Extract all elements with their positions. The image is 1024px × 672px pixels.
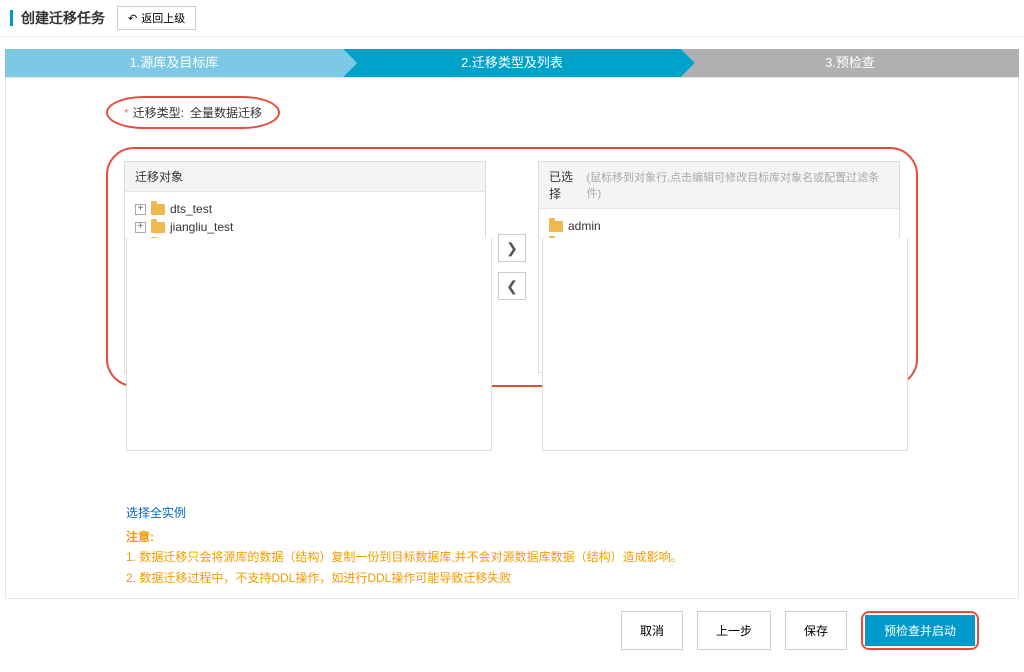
target-item-label: admin <box>568 219 601 233</box>
source-panel-header: 迁移对象 <box>125 162 485 192</box>
note-line-1: 1. 数据迁移只会将源库的数据（结构）复制一份到目标数据库,并不会对源数据库数据… <box>126 547 683 567</box>
precheck-start-button[interactable]: 预检查并启动 <box>865 615 975 646</box>
notes-title: 注意: <box>126 527 683 547</box>
below-transfer: 选择全实例 <box>126 504 186 521</box>
back-icon: ↶ <box>128 12 137 25</box>
target-item[interactable]: admin <box>549 217 889 235</box>
title-accent <box>10 10 13 26</box>
source-item-label: jiangliu_test <box>170 220 233 234</box>
expand-icon[interactable]: + <box>135 222 146 233</box>
migration-type-label: 迁移类型: <box>133 104 184 121</box>
target-panel-ext <box>542 238 908 451</box>
source-item-label: dts_test <box>170 202 212 216</box>
content-panel: * 迁移类型: 全量数据迁移 迁移对象 + dts_test + jiangli… <box>5 77 1019 627</box>
notes-section: 注意: 1. 数据迁移只会将源库的数据（结构）复制一份到目标数据库,并不会对源数… <box>126 527 683 588</box>
target-panel-title: 已选择 <box>549 168 584 202</box>
precheck-highlight: 预检查并启动 <box>861 611 979 650</box>
select-all-link[interactable]: 选择全实例 <box>126 506 186 520</box>
folder-icon <box>549 221 563 232</box>
save-button[interactable]: 保存 <box>785 611 847 650</box>
source-item[interactable]: + jiangliu_test <box>135 218 475 236</box>
folder-icon <box>151 204 165 215</box>
step-indicator: 1.源库及目标库 2.迁移类型及列表 3.预检查 <box>5 49 1019 77</box>
required-star: * <box>124 106 129 120</box>
migration-type-highlight: * 迁移类型: 全量数据迁移 <box>106 96 280 129</box>
cancel-button[interactable]: 取消 <box>621 611 683 650</box>
header-bar: 创建迁移任务 ↶ 返回上级 <box>0 0 1024 37</box>
folder-icon <box>151 222 165 233</box>
step-3: 3.预检查 <box>681 49 1019 77</box>
source-panel-ext <box>126 238 492 451</box>
footer-bar: 取消 上一步 保存 预检查并启动 <box>5 598 1019 662</box>
note-line-2: 2. 数据迁移过程中，不支持DDL操作，如进行DDL操作可能导致迁移失败 <box>126 568 683 588</box>
step-1: 1.源库及目标库 <box>5 49 343 77</box>
page-title: 创建迁移任务 <box>21 8 105 28</box>
back-button[interactable]: ↶ 返回上级 <box>117 6 196 30</box>
step-2-active: 2.迁移类型及列表 <box>343 49 681 77</box>
back-button-label: 返回上级 <box>141 10 185 26</box>
prev-button[interactable]: 上一步 <box>697 611 771 650</box>
source-panel-title: 迁移对象 <box>135 168 183 185</box>
target-panel-header: 已选择 (鼠标移到对象行,点击编辑可修改目标库对象名或配置过滤条件) <box>539 162 899 209</box>
expand-icon[interactable]: + <box>135 204 146 215</box>
panels-extension <box>126 238 908 451</box>
source-item[interactable]: + dts_test <box>135 200 475 218</box>
spacer <box>492 238 541 451</box>
target-panel-hint: (鼠标移到对象行,点击编辑可修改目标库对象名或配置过滤条件) <box>586 169 889 201</box>
migration-type-value: 全量数据迁移 <box>190 104 262 121</box>
